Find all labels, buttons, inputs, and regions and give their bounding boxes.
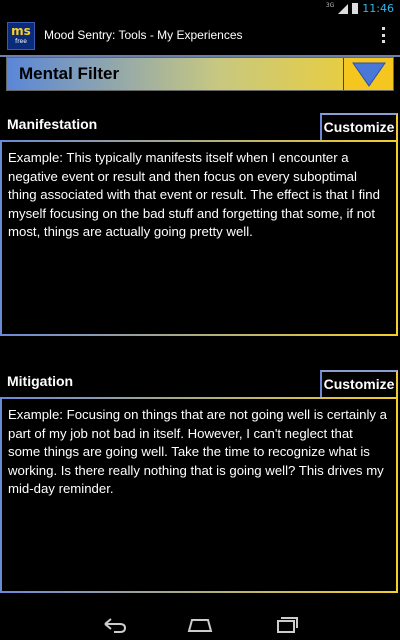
- network-type: 3G: [325, 2, 335, 9]
- customize-manifestation-button[interactable]: Customize: [320, 113, 398, 140]
- status-icons: 3G 11:46: [326, 0, 394, 17]
- logo-subtext: free: [15, 38, 27, 45]
- dropdown-button[interactable]: [343, 58, 393, 90]
- overflow-menu-icon[interactable]: [382, 27, 386, 43]
- back-icon[interactable]: [100, 616, 128, 634]
- status-time: 11:46: [362, 2, 394, 15]
- distortion-selector[interactable]: Mental Filter: [6, 57, 394, 91]
- manifestation-label: Manifestation: [7, 116, 98, 132]
- recent-apps-icon[interactable]: [272, 616, 300, 634]
- status-bar: 3G 11:46: [0, 0, 400, 17]
- navigation-bar: [0, 610, 400, 640]
- manifestation-textbox[interactable]: Example: This typically manifests itself…: [0, 140, 398, 336]
- logo-text: ms: [11, 24, 31, 38]
- page-title: Mood Sentry: Tools - My Experiences: [44, 28, 243, 42]
- signal-icon: [338, 3, 349, 14]
- app-logo[interactable]: ms free: [7, 22, 35, 50]
- battery-icon: [352, 3, 359, 14]
- selected-distortion: Mental Filter: [19, 64, 120, 83]
- home-icon[interactable]: [186, 616, 214, 634]
- customize-mitigation-button[interactable]: Customize: [320, 370, 398, 397]
- mitigation-label: Mitigation: [7, 373, 74, 389]
- action-bar: ms free Mood Sentry: Tools - My Experien…: [0, 17, 400, 57]
- mitigation-textbox[interactable]: Example: Focusing on things that are not…: [0, 397, 398, 593]
- dropdown-arrow-icon: [352, 62, 386, 87]
